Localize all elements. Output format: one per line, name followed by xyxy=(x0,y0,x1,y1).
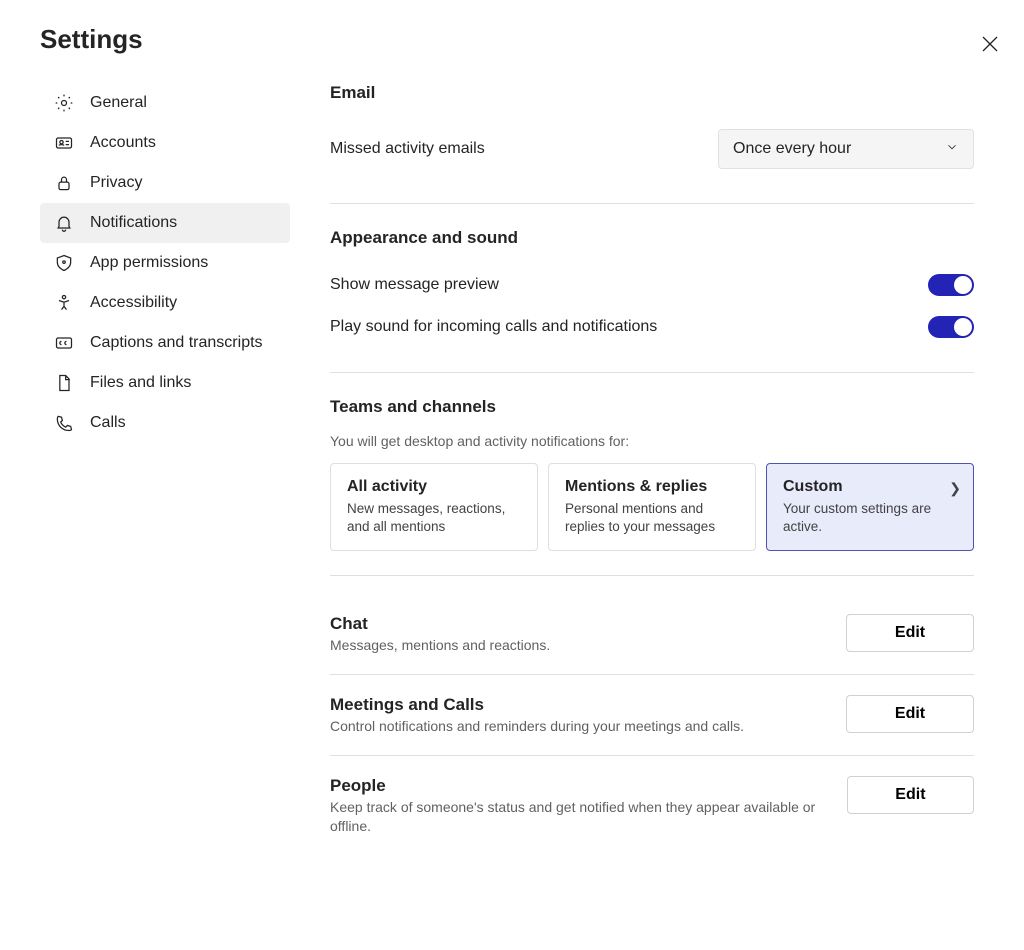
sidebar-item-label: Accounts xyxy=(90,134,156,152)
card-all-activity[interactable]: All activity New messages, reactions, an… xyxy=(330,463,538,551)
id-card-icon xyxy=(54,133,74,153)
page-title: Settings xyxy=(40,24,974,55)
meetings-heading: Meetings and Calls xyxy=(330,695,744,715)
chat-desc: Messages, mentions and reactions. xyxy=(330,636,550,656)
card-desc: Your custom settings are active. xyxy=(783,500,957,536)
gear-icon xyxy=(54,93,74,113)
sidebar-item-label: Accessibility xyxy=(90,294,177,312)
meetings-edit-button[interactable]: Edit xyxy=(846,695,974,733)
people-edit-button[interactable]: Edit xyxy=(847,776,974,814)
cc-icon xyxy=(54,333,74,353)
card-desc: New messages, reactions, and all mention… xyxy=(347,500,521,536)
card-mentions-replies[interactable]: Mentions & replies Personal mentions and… xyxy=(548,463,756,551)
missed-activity-select[interactable]: Once every hour xyxy=(718,129,974,169)
sidebar: General Accounts Privacy Notifications A… xyxy=(40,83,290,855)
divider xyxy=(330,203,974,204)
sidebar-item-files[interactable]: Files and links xyxy=(40,363,290,403)
close-button[interactable] xyxy=(981,35,999,58)
bell-icon xyxy=(54,213,74,233)
chat-heading: Chat xyxy=(330,614,550,634)
sound-label: Play sound for incoming calls and notifi… xyxy=(330,318,657,336)
select-value: Once every hour xyxy=(733,140,851,158)
teams-heading: Teams and channels xyxy=(330,397,974,417)
sidebar-item-label: Captions and transcripts xyxy=(90,334,263,352)
content-area: Email Missed activity emails Once every … xyxy=(330,83,974,855)
people-heading: People xyxy=(330,776,827,796)
sidebar-item-captions[interactable]: Captions and transcripts xyxy=(40,323,290,363)
sidebar-item-label: Files and links xyxy=(90,374,191,392)
missed-activity-label: Missed activity emails xyxy=(330,140,485,158)
sidebar-item-label: Privacy xyxy=(90,174,142,192)
sidebar-item-label: App permissions xyxy=(90,254,208,272)
phone-icon xyxy=(54,413,74,433)
card-custom[interactable]: ❯ Custom Your custom settings are active… xyxy=(766,463,974,551)
person-icon xyxy=(54,293,74,313)
file-icon xyxy=(54,373,74,393)
sidebar-item-accounts[interactable]: Accounts xyxy=(40,123,290,163)
divider xyxy=(330,372,974,373)
divider xyxy=(330,575,974,576)
people-desc: Keep track of someone's status and get n… xyxy=(330,798,827,837)
card-title: All activity xyxy=(347,478,521,496)
chevron-down-icon xyxy=(945,140,959,159)
sidebar-item-general[interactable]: General xyxy=(40,83,290,123)
shield-icon xyxy=(54,253,74,273)
card-desc: Personal mentions and replies to your me… xyxy=(565,500,739,536)
sidebar-item-accessibility[interactable]: Accessibility xyxy=(40,283,290,323)
sidebar-item-calls[interactable]: Calls xyxy=(40,403,290,443)
sidebar-item-label: Notifications xyxy=(90,214,177,232)
meetings-desc: Control notifications and reminders duri… xyxy=(330,717,744,737)
sidebar-item-label: General xyxy=(90,94,147,112)
sidebar-item-label: Calls xyxy=(90,414,126,432)
sidebar-item-privacy[interactable]: Privacy xyxy=(40,163,290,203)
card-title: Mentions & replies xyxy=(565,478,739,496)
appearance-heading: Appearance and sound xyxy=(330,228,974,248)
card-title: Custom xyxy=(783,478,957,496)
email-heading: Email xyxy=(330,83,974,103)
lock-icon xyxy=(54,173,74,193)
sidebar-item-app-permissions[interactable]: App permissions xyxy=(40,243,290,283)
chevron-right-icon: ❯ xyxy=(949,480,961,497)
teams-subtext: You will get desktop and activity notifi… xyxy=(330,433,974,449)
sound-toggle[interactable] xyxy=(928,316,974,338)
sidebar-item-notifications[interactable]: Notifications xyxy=(40,203,290,243)
chat-edit-button[interactable]: Edit xyxy=(846,614,974,652)
preview-label: Show message preview xyxy=(330,276,499,294)
preview-toggle[interactable] xyxy=(928,274,974,296)
